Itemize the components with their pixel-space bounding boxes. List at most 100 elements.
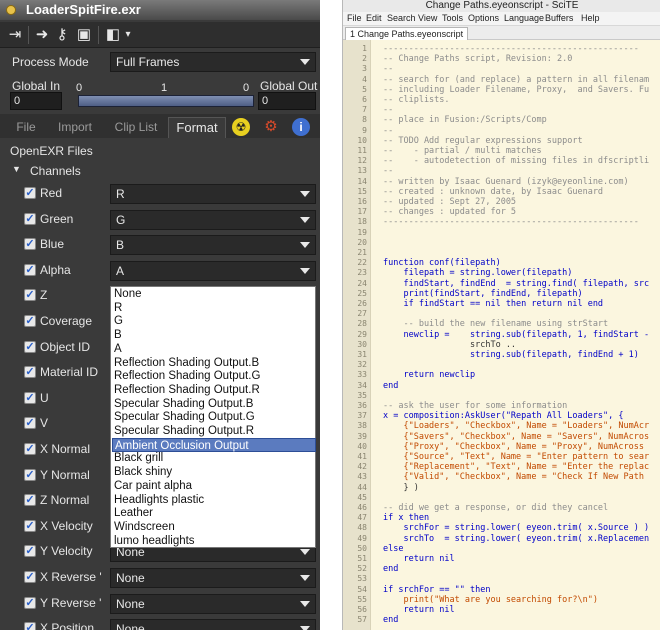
line-number: 12 xyxy=(357,156,367,166)
range-tick-mid: 1 xyxy=(161,82,168,94)
dropdown-option[interactable]: Reflection Shading Output.G xyxy=(114,369,260,383)
tab-change-paths[interactable]: 1 Change Paths.eyeonscript xyxy=(345,27,469,40)
line-number: 57 xyxy=(357,615,367,625)
code-line: string.sub(filepath, findEnd + 1) xyxy=(383,350,639,360)
dropdown-option[interactable]: Black grill xyxy=(114,451,163,465)
code-line: print(findStart, findEnd, filepath) xyxy=(383,288,583,299)
channel-checkbox[interactable]: ✓ xyxy=(24,212,36,225)
channel-checkbox[interactable]: ✓ xyxy=(24,263,36,276)
channel-dropdown[interactable]: B xyxy=(110,235,316,256)
channel-label: Alpha xyxy=(40,262,71,277)
channel-checkbox[interactable]: ✓ xyxy=(24,391,36,404)
channel-dropdown[interactable]: G xyxy=(110,209,316,230)
chevron-down-icon[interactable]: ▾ xyxy=(122,25,134,45)
line-number: 3 xyxy=(362,64,367,74)
chevron-down-icon xyxy=(300,549,310,556)
dropdown-option[interactable]: None xyxy=(114,287,142,301)
menu-language[interactable]: Language xyxy=(504,13,544,23)
dropdown-option[interactable]: Ambient Occlusion Output xyxy=(112,437,316,452)
channel-dropdown[interactable]: A xyxy=(110,260,316,281)
global-range-slider[interactable] xyxy=(78,95,254,107)
dropdown-option[interactable]: Reflection Shading Output.R xyxy=(114,383,260,397)
channel-checkbox[interactable]: ✓ xyxy=(24,494,36,507)
global-in-field[interactable]: 0 xyxy=(10,92,62,110)
channel-label: X Position xyxy=(40,621,95,630)
dropdown-option[interactable]: Specular Shading Output.R xyxy=(114,424,254,438)
channel-checkbox[interactable]: ✓ xyxy=(24,571,36,583)
dropdown-option[interactable]: Leather xyxy=(114,506,153,520)
code-line: ----------------------------------------… xyxy=(383,217,639,228)
dropdown-option[interactable]: Headlights plastic xyxy=(114,493,204,507)
channel-dropdown[interactable]: None xyxy=(110,619,316,630)
line-number: 36 xyxy=(357,401,367,410)
arrow-right-icon[interactable]: ➜ xyxy=(32,25,52,45)
channel-checkbox[interactable]: ✓ xyxy=(24,340,36,353)
process-mode-dropdown[interactable]: Full Frames xyxy=(110,52,316,72)
channel-dropdown[interactable]: None xyxy=(110,593,316,614)
channel-checkbox[interactable]: ✓ xyxy=(24,443,36,455)
dropdown-option[interactable]: R xyxy=(114,301,122,315)
line-number: 7 xyxy=(362,105,367,115)
channel-checkbox[interactable]: ✓ xyxy=(24,468,36,481)
channel-checkbox[interactable]: ✓ xyxy=(24,519,36,532)
channel-checkbox[interactable]: ✓ xyxy=(24,289,36,302)
channel-checkbox[interactable]: ✓ xyxy=(24,187,36,199)
channel-checkbox[interactable]: ✓ xyxy=(24,622,36,630)
code-line: if findStart == nil then return nil end xyxy=(383,299,604,309)
channel-checkbox[interactable]: ✓ xyxy=(24,545,36,558)
tab-file[interactable]: File xyxy=(8,117,44,138)
gear-icon[interactable]: ⚙ xyxy=(262,118,280,136)
line-number: 53 xyxy=(357,574,367,584)
menu-file[interactable]: File xyxy=(347,13,362,23)
channel-checkbox[interactable]: ✓ xyxy=(24,417,36,430)
loader-title-bar[interactable]: LoaderSpitFire.exr xyxy=(0,0,320,20)
key-icon[interactable]: ⚷ xyxy=(52,25,72,45)
line-number: 27 xyxy=(357,309,367,319)
menu-help[interactable]: Help xyxy=(581,13,600,23)
group-channels[interactable]: Channels xyxy=(30,164,81,178)
menu-tools[interactable]: Tools xyxy=(442,13,463,23)
dropdown-option[interactable]: B xyxy=(114,328,122,342)
menu-options[interactable]: Options xyxy=(468,13,499,23)
dropdown-option[interactable]: G xyxy=(114,314,123,328)
radioactive-icon[interactable]: ☢ xyxy=(232,118,250,136)
menu-edit[interactable]: Edit xyxy=(366,13,382,23)
menu-buffers[interactable]: Buffers xyxy=(545,13,573,23)
dropdown-option[interactable]: Reflection Shading Output.B xyxy=(114,356,259,370)
save-icon[interactable]: ▣ xyxy=(74,25,94,45)
dropdown-option[interactable]: Specular Shading Output.B xyxy=(114,397,253,411)
channel-checkbox[interactable]: ✓ xyxy=(24,315,36,327)
tab-import[interactable]: Import xyxy=(52,117,98,138)
code-line: x = composition:AskUser("Repath All Load… xyxy=(383,411,624,422)
channel-checkbox[interactable]: ✓ xyxy=(24,596,36,609)
view-mode-icon[interactable]: ◧ xyxy=(104,25,122,45)
dropdown-option[interactable]: Black shiny xyxy=(114,465,172,479)
scite-tab-bar: 1 Change Paths.eyeonscript xyxy=(343,26,660,40)
channel-dropdown[interactable]: R xyxy=(110,184,316,204)
global-out-field[interactable]: 0 xyxy=(258,92,316,110)
chevron-down-icon[interactable]: ▼ xyxy=(12,164,21,174)
scite-title-bar: Change Paths.eyeonscript - SciTE xyxy=(343,0,660,12)
channel-checkbox[interactable]: ✓ xyxy=(24,238,36,251)
tab-clip-list[interactable]: Clip List xyxy=(108,117,164,138)
info-icon[interactable]: i xyxy=(292,118,310,136)
dropdown-option[interactable]: A xyxy=(114,342,122,356)
menu-view[interactable]: View xyxy=(418,13,437,23)
dropdown-option[interactable]: lumo headlights xyxy=(114,534,195,548)
code-line: -- place in Fusion:/Scripts/Comp xyxy=(383,115,547,126)
dropdown-option[interactable]: Car paint alpha xyxy=(114,479,192,493)
global-in-label: Global In xyxy=(12,79,61,93)
dropdown-option[interactable]: Specular Shading Output.G xyxy=(114,410,255,424)
channel-checkbox[interactable]: ✓ xyxy=(24,366,36,379)
dropdown-option[interactable]: Windscreen xyxy=(114,520,175,534)
tab-format[interactable]: Format xyxy=(168,117,226,138)
line-number: 13 xyxy=(357,166,367,176)
menu-search[interactable]: Search xyxy=(387,13,416,23)
pin-arrow-icon[interactable]: ⇥ xyxy=(4,25,26,45)
channel-dropdown[interactable]: None xyxy=(110,568,316,588)
channel-dropdown-list[interactable]: None R G B A Reflection Shading Output.B Refle… xyxy=(110,286,316,548)
line-number: 45 xyxy=(357,492,367,502)
line-number: 39 xyxy=(357,431,367,441)
code-line: filepath = string.lower(filepath) xyxy=(383,268,573,279)
code-line: srchTo = string.lower( eyeon.trim( x.Rep… xyxy=(383,533,650,544)
